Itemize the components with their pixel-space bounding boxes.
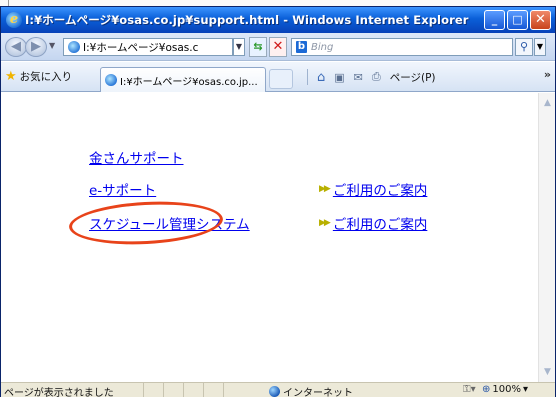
search-placeholder: Bing bbox=[311, 41, 334, 53]
zoom-icon: ⊕ bbox=[482, 384, 491, 395]
address-dropdown-button[interactable]: ▼ bbox=[233, 38, 245, 56]
ie-logo-icon[interactable]: e bbox=[6, 12, 22, 28]
highlight-ellipse bbox=[68, 197, 224, 249]
scroll-down-arrow-icon[interactable]: ▼ bbox=[540, 364, 555, 380]
status-cell bbox=[163, 383, 183, 397]
favorites-button[interactable]: ★ お気に入り bbox=[5, 69, 72, 84]
guide-row-schedule: ▶▶ ご利用のご案内 bbox=[319, 213, 427, 233]
page-menu-button[interactable]: ページ(P) bbox=[390, 70, 436, 85]
schedule-guide-link[interactable]: ご利用のご案内 bbox=[333, 213, 428, 233]
status-cell bbox=[203, 383, 223, 397]
title-bar[interactable]: e I:¥ホームページ¥osas.co.jp¥support.html - Wi… bbox=[1, 7, 555, 33]
zoom-control[interactable]: ⊕ 100% ▾ bbox=[482, 384, 528, 395]
address-toolbar: ◀ ▶ ▼ I:¥ホームページ¥osas.c ▼ ⇆ ✕ b Bing ⚲ ▼ bbox=[1, 33, 555, 61]
zoom-level: 100% bbox=[492, 384, 521, 395]
guide-row-esupport: ▶▶ ご利用のご案内 bbox=[319, 179, 427, 199]
feeds-icon[interactable]: ▣ bbox=[334, 71, 344, 84]
page-content: 金さんサポート e-サポート スケジュール管理システム ▶▶ ご利用のご案内 ▶… bbox=[1, 93, 538, 382]
status-cell bbox=[183, 383, 203, 397]
scroll-up-arrow-icon[interactable]: ▲ bbox=[540, 95, 555, 111]
command-bar: ⌂ ▣ ✉ ⎙ ページ(P) bbox=[307, 69, 436, 85]
command-separator bbox=[307, 69, 308, 85]
favorites-toolbar: ★ お気に入り I:¥ホームページ¥osas.co.jp... ⌂ ▣ ✉ ⎙ … bbox=[1, 62, 555, 92]
status-cell bbox=[223, 383, 243, 397]
kin-support-link[interactable]: 金さんサポート bbox=[89, 147, 184, 167]
home-icon[interactable]: ⌂ bbox=[317, 70, 325, 85]
maximize-button[interactable]: □ bbox=[507, 10, 528, 30]
e-support-link[interactable]: e-サポート bbox=[89, 179, 156, 199]
window-title: I:¥ホームページ¥osas.co.jp¥support.html - Wind… bbox=[25, 13, 469, 27]
esupport-guide-link[interactable]: ご利用のご案内 bbox=[333, 179, 428, 199]
close-button[interactable]: ✕ bbox=[530, 10, 551, 30]
search-dropdown-button[interactable]: ▼ bbox=[534, 38, 546, 56]
double-arrow-icon: ▶▶ bbox=[319, 218, 331, 228]
zoom-dropdown-icon: ▾ bbox=[522, 384, 529, 395]
tab-title: I:¥ホームページ¥osas.co.jp... bbox=[120, 76, 258, 88]
page-icon bbox=[68, 41, 80, 53]
bing-icon: b bbox=[296, 41, 307, 53]
print-icon[interactable]: ⎙ bbox=[372, 70, 381, 84]
back-button[interactable]: ◀ bbox=[5, 37, 27, 57]
window-controls: _ □ ✕ bbox=[484, 10, 551, 30]
security-zone[interactable]: インターネット bbox=[269, 384, 353, 397]
history-dropdown-icon[interactable]: ▼ bbox=[49, 41, 55, 50]
search-button[interactable]: ⚲ bbox=[515, 38, 533, 56]
status-cell bbox=[143, 383, 163, 397]
stop-button[interactable]: ✕ bbox=[269, 37, 287, 57]
star-icon: ★ bbox=[5, 68, 17, 84]
new-tab-button[interactable] bbox=[269, 69, 293, 89]
mail-icon[interactable]: ✉ bbox=[354, 71, 363, 84]
search-input[interactable]: b Bing bbox=[291, 38, 513, 56]
status-cells bbox=[143, 383, 243, 397]
address-url: I:¥ホームページ¥osas.c bbox=[83, 41, 199, 54]
tab-page-icon bbox=[105, 74, 117, 86]
tab-current[interactable]: I:¥ホームページ¥osas.co.jp... bbox=[100, 67, 266, 92]
status-text: ページが表示されました bbox=[4, 388, 114, 397]
minimize-button[interactable]: _ bbox=[484, 10, 505, 30]
address-input[interactable]: I:¥ホームページ¥osas.c bbox=[63, 38, 233, 56]
refresh-button[interactable]: ⇆ bbox=[249, 37, 267, 57]
forward-button[interactable]: ▶ bbox=[25, 37, 47, 57]
favorites-label: お気に入り bbox=[19, 71, 73, 83]
double-arrow-icon: ▶▶ bbox=[319, 184, 331, 194]
status-bar: ページが表示されました インターネット ⚿▾ ⊕ 100% ▾ bbox=[1, 382, 555, 397]
protected-mode-icon[interactable]: ⚿▾ bbox=[463, 384, 476, 395]
zone-label: インターネット bbox=[283, 388, 353, 397]
chevron-more-icon[interactable]: » bbox=[544, 68, 551, 81]
ie-window: e I:¥ホームページ¥osas.co.jp¥support.html - Wi… bbox=[0, 6, 556, 397]
vertical-scrollbar[interactable]: ▲ ▼ bbox=[538, 93, 555, 382]
globe-icon bbox=[269, 386, 280, 397]
